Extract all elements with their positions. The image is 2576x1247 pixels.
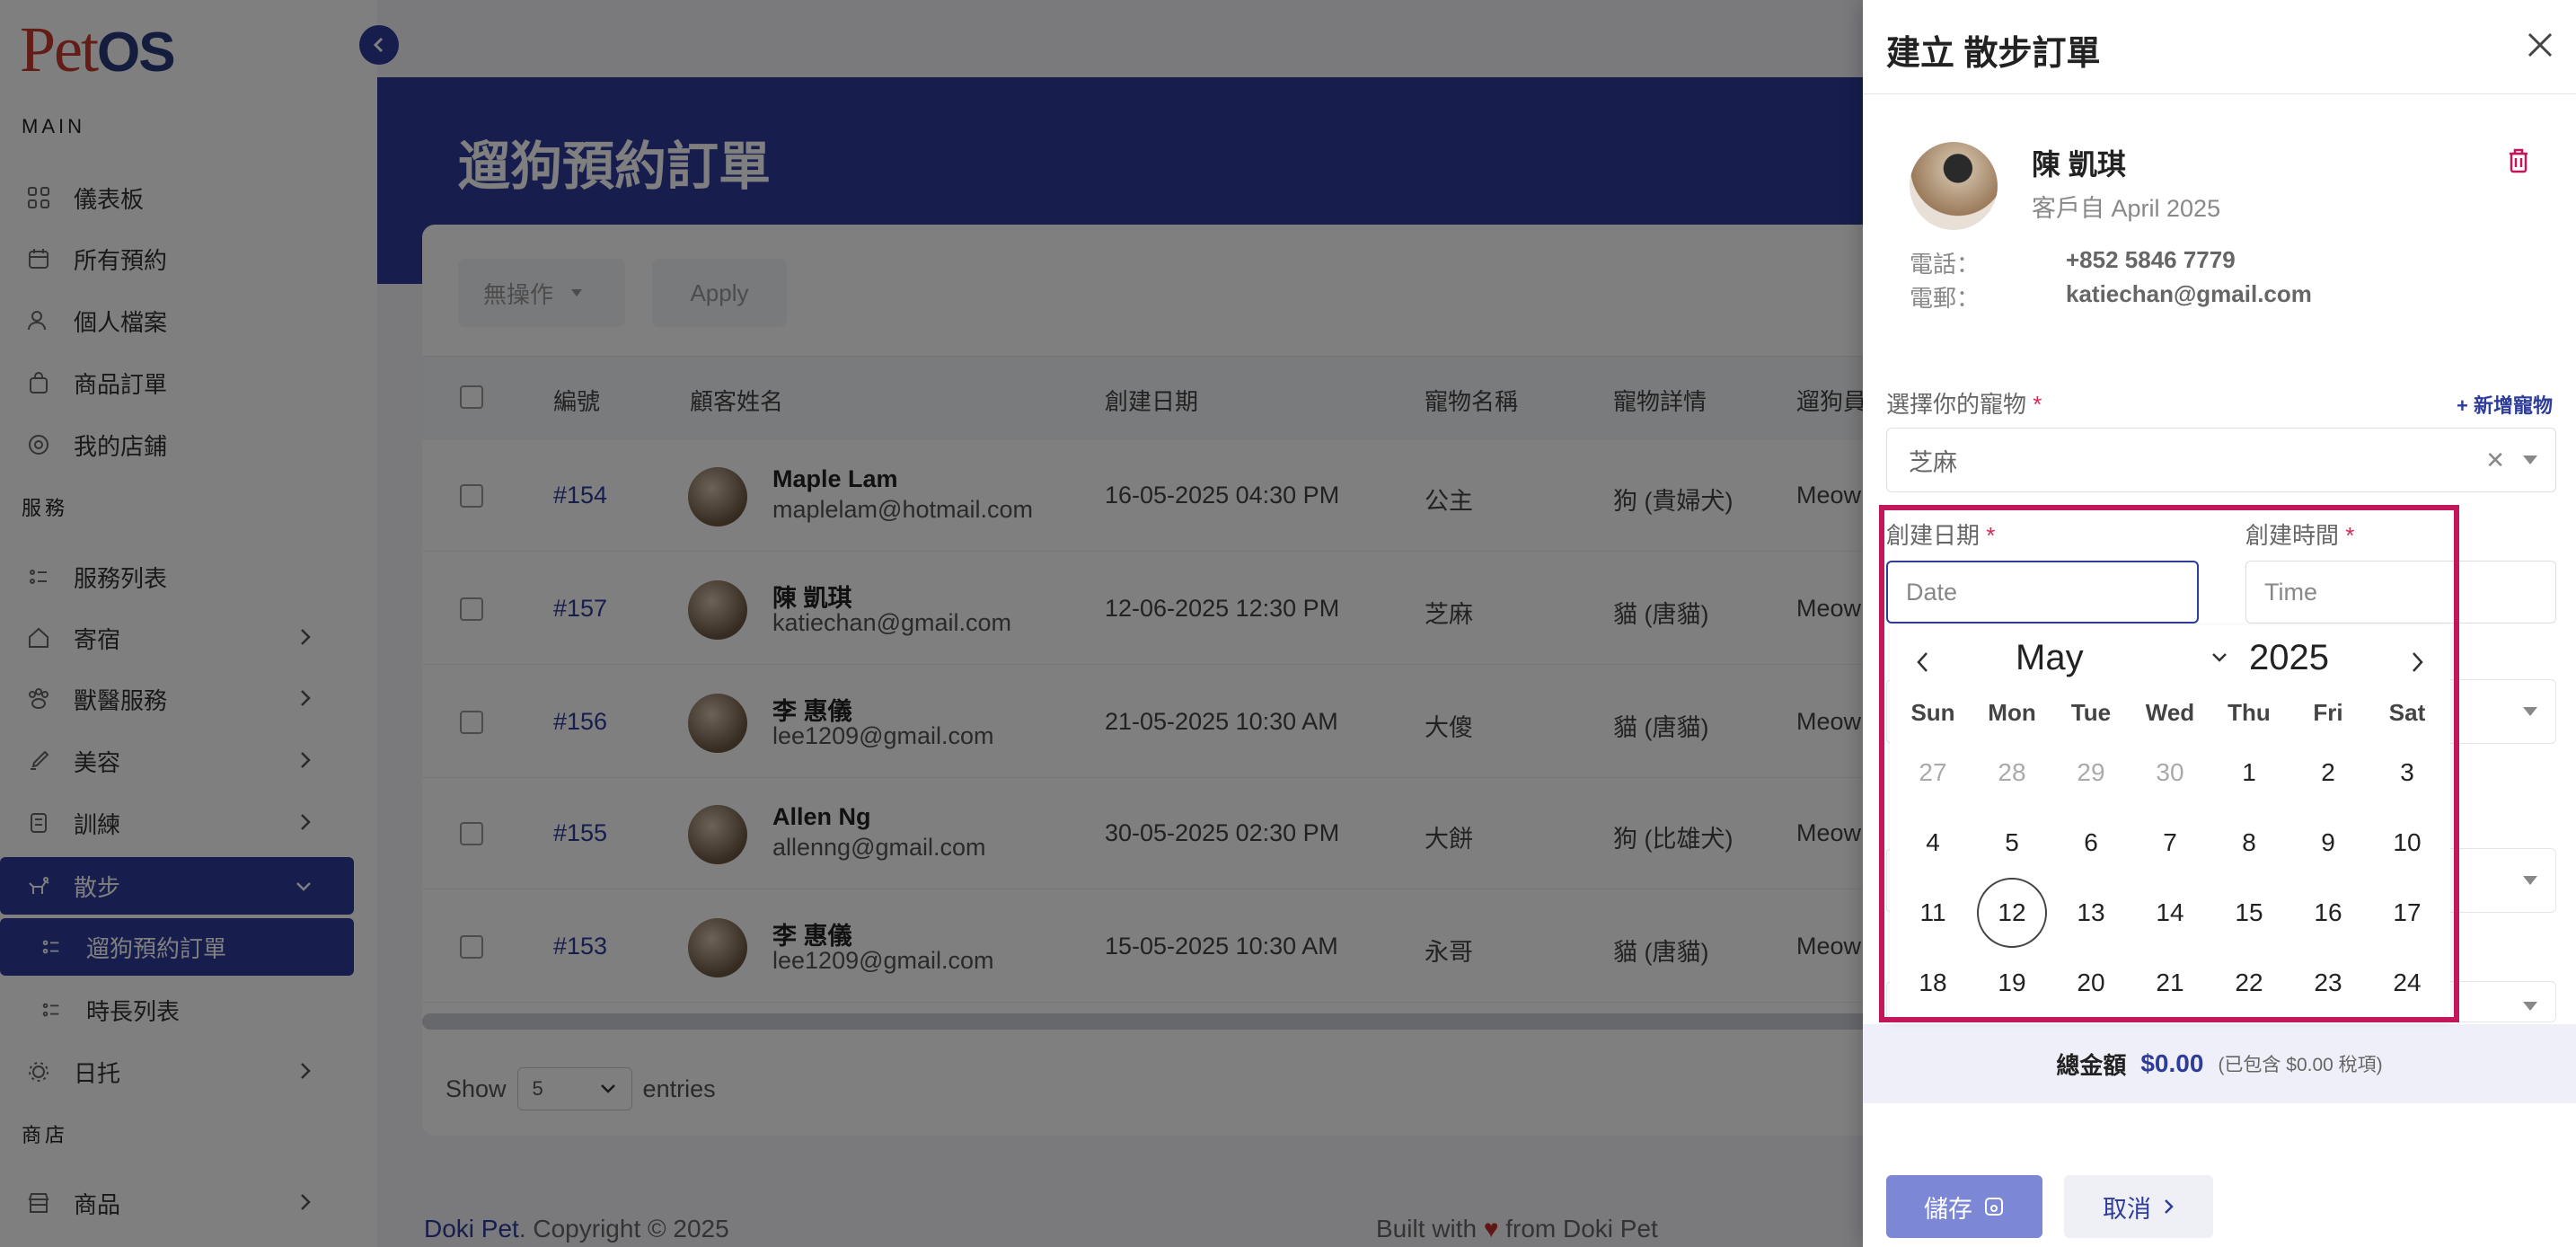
calendar-day[interactable]: 22: [2214, 948, 2284, 1018]
chevron-right-icon: [2165, 1199, 2174, 1214]
customer-name: 陳 凱琪: [2032, 148, 2126, 181]
create-walking-order-panel: 建立 散步訂單 陳 凱琪 客戶自 April 2025 電話： +852 584…: [1863, 0, 2576, 1247]
calendar-day[interactable]: 12: [1977, 878, 2047, 948]
save-icon: [1985, 1198, 2003, 1216]
calendar-year[interactable]: 2025: [2249, 638, 2329, 678]
phone-label: 電話：: [1910, 251, 1981, 278]
time-input[interactable]: Time: [2245, 561, 2556, 624]
total-bar: 總金額 $0.00 (已包含 $0.00 稅項): [1863, 1024, 2576, 1103]
close-icon[interactable]: [2522, 27, 2558, 63]
caret-down-icon: [2523, 455, 2537, 464]
calendar-day[interactable]: 13: [2056, 878, 2126, 948]
customer-since: 客戶自 April 2025: [2032, 195, 2221, 222]
pet-field-label: 選擇你的寵物 *: [1886, 391, 2042, 418]
total-value: $0.00: [2140, 1049, 2204, 1077]
trash-icon[interactable]: [2506, 147, 2531, 174]
calendar-day[interactable]: 29: [2056, 738, 2126, 808]
calendar-month[interactable]: May: [2016, 638, 2084, 678]
calendar-day[interactable]: 28: [1977, 738, 2047, 808]
calendar-day[interactable]: 2: [2293, 738, 2363, 808]
calendar-day[interactable]: 10: [2372, 808, 2442, 878]
calendar-day[interactable]: 3: [2372, 738, 2442, 808]
date-field-label: 創建日期 *: [1886, 522, 1996, 549]
calendar-day[interactable]: 6: [2056, 808, 2126, 878]
email-label: 電郵：: [1910, 285, 1981, 312]
tax-note: (已包含 $0.00 稅項): [2218, 1055, 2383, 1075]
caret-down-icon: [2523, 1002, 2537, 1011]
add-pet-link[interactable]: + 新增寵物: [2457, 390, 2553, 419]
weekday-label: Sun: [1910, 699, 1955, 726]
calendar-day[interactable]: 21: [2135, 948, 2205, 1018]
date-input[interactable]: Date: [1886, 561, 2199, 624]
chevron-right-icon[interactable]: [2404, 649, 2430, 676]
calendar-day[interactable]: 8: [2214, 808, 2284, 878]
calendar-day[interactable]: 23: [2293, 948, 2363, 1018]
save-button[interactable]: 儲存: [1886, 1175, 2042, 1238]
panel-divider: [1863, 93, 2576, 94]
email-value: katiechan@gmail.com: [2066, 280, 2312, 307]
calendar-day[interactable]: 9: [2293, 808, 2363, 878]
panel-title: 建立 散步訂單: [1886, 35, 2101, 73]
chevron-down-icon[interactable]: [2210, 650, 2229, 669]
caret-down-icon: [2523, 707, 2537, 716]
weekday-label: Wed: [2145, 699, 2195, 726]
calendar-day[interactable]: 7: [2135, 808, 2205, 878]
customer-avatar: [1910, 142, 1998, 230]
calendar-day[interactable]: 14: [2135, 878, 2205, 948]
total-label: 總金額: [2056, 1051, 2127, 1079]
calendar-day[interactable]: 20: [2056, 948, 2126, 1018]
phone-value: +852 5846 7779: [2066, 246, 2236, 273]
calendar-day[interactable]: 30: [2135, 738, 2205, 808]
calendar-day[interactable]: 16: [2293, 878, 2363, 948]
date-picker: May 2025 Sun Mon Tue Wed Thu Fri Sat 27 28 29 30 1 2…: [1890, 625, 2450, 1021]
cancel-button[interactable]: 取消: [2064, 1175, 2213, 1238]
calendar-day[interactable]: 5: [1977, 808, 2047, 878]
caret-down-icon: [2523, 876, 2537, 885]
calendar-day[interactable]: 18: [1898, 948, 1968, 1018]
time-field-label: 創建時間 *: [2245, 522, 2355, 549]
calendar-day[interactable]: 19: [1977, 948, 2047, 1018]
weekday-label: Sat: [2388, 699, 2426, 726]
weekday-label: Fri: [2313, 699, 2343, 726]
calendar-day[interactable]: 17: [2372, 878, 2442, 948]
weekday-label: Tue: [2070, 699, 2112, 726]
calendar-day[interactable]: 27: [1898, 738, 1968, 808]
calendar-day[interactable]: 11: [1898, 878, 1968, 948]
calendar-day[interactable]: 4: [1898, 808, 1968, 878]
chevron-left-icon[interactable]: [1910, 649, 1936, 676]
calendar-day[interactable]: 15: [2214, 878, 2284, 948]
weekday-label: Mon: [1988, 699, 2036, 726]
calendar-day[interactable]: 1: [2214, 738, 2284, 808]
weekday-label: Thu: [2228, 699, 2271, 726]
clear-icon[interactable]: ✕: [2485, 447, 2505, 474]
calendar-day[interactable]: 24: [2372, 948, 2442, 1018]
pet-select[interactable]: 芝麻 ✕: [1886, 428, 2556, 492]
modal-overlay[interactable]: [0, 0, 1863, 1247]
